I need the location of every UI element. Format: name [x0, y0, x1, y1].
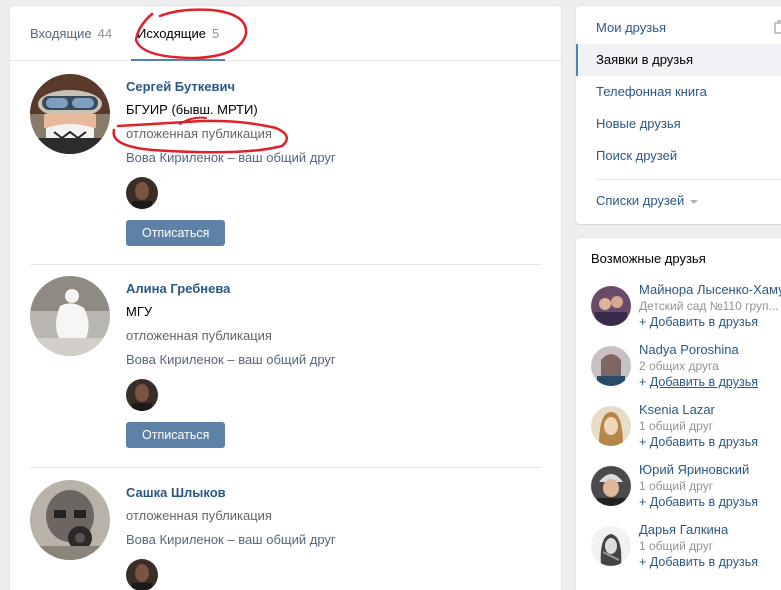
- add-friend-link[interactable]: + Добавить в друзья: [639, 374, 758, 390]
- avatar[interactable]: [30, 74, 110, 154]
- avatar[interactable]: [591, 406, 631, 446]
- avatar[interactable]: [591, 466, 631, 506]
- possible-friend-name[interactable]: Nadya Poroshina: [639, 342, 739, 358]
- request-item: Сашка Шлыков отложенная публикация Вова …: [30, 480, 541, 590]
- possible-friend-item: Ksenia Lazar 1 общий друг + Добавить в д…: [591, 402, 781, 454]
- request-education: БГУИР (бывш. МРТИ): [126, 102, 258, 117]
- plus-icon: +: [639, 375, 650, 389]
- menu-item-phonebook[interactable]: Телефонная книга: [576, 76, 781, 108]
- menu-item-label: Телефонная книга: [596, 84, 707, 99]
- request-name[interactable]: Сергей Буткевич: [126, 79, 526, 95]
- possible-friend-info: 1 общий друг: [639, 539, 714, 553]
- menu-item-search[interactable]: Поиск друзей: [576, 140, 781, 172]
- tab-outgoing[interactable]: Исходящие 5: [130, 26, 226, 61]
- plus-icon: +: [639, 435, 650, 449]
- menu-divider: [596, 179, 781, 180]
- possible-friend-item: Юрий Яриновский 1 общий друг + Добавить …: [591, 462, 781, 514]
- possible-friend-name[interactable]: Юрий Яриновский: [639, 462, 749, 478]
- requests-card: Входящие 44 Исходящие 5 Сергей Буткевич: [10, 6, 561, 590]
- divider: [30, 264, 541, 265]
- unsubscribe-button[interactable]: Отписаться: [126, 422, 226, 448]
- possible-friends-title: Возможные друзья: [591, 251, 706, 266]
- add-friend-label: Добавить в друзья: [649, 315, 758, 329]
- menu-item-label: Заявки в друзья: [596, 52, 694, 67]
- possible-friend-name[interactable]: Майнора Лысенко-Хамуд: [639, 282, 781, 298]
- unsubscribe-button[interactable]: Отписаться: [126, 220, 226, 246]
- add-friend-link[interactable]: + Добавить в друзья: [639, 554, 758, 570]
- add-friend-label: Добавить в друзья: [649, 375, 758, 389]
- menu-item-label: Мои друзья: [596, 20, 667, 35]
- possible-friend-item: Nadya Poroshina 2 общих друга + Добавить…: [591, 342, 781, 394]
- add-friend-link[interactable]: + Добавить в друзья: [639, 494, 758, 510]
- avatar[interactable]: [591, 346, 631, 386]
- possible-friend-info: 1 общий друг: [639, 419, 714, 433]
- add-list-icon[interactable]: [774, 20, 781, 34]
- menu-item-label: Поиск друзей: [596, 148, 678, 163]
- avatar[interactable]: [30, 276, 110, 356]
- request-item: Сергей Буткевич БГУИР (бывш. МРТИ) отлож…: [30, 74, 541, 259]
- plus-icon: +: [639, 315, 650, 329]
- plus-icon: +: [639, 555, 650, 569]
- possible-friend-name[interactable]: Дарья Галкина: [639, 522, 728, 538]
- add-friend-label: Добавить в друзья: [649, 495, 758, 509]
- tab-outgoing-count: 5: [211, 26, 220, 41]
- avatar[interactable]: [591, 526, 631, 566]
- menu-item-new-friends[interactable]: Новые друзья: [576, 108, 781, 140]
- request-item: Алина Гребнева МГУ отложенная публикация…: [30, 276, 541, 461]
- add-friend-link[interactable]: + Добавить в друзья: [639, 314, 758, 330]
- menu-item-label: Списки друзей: [596, 193, 685, 208]
- tab-incoming-label: Входящие: [30, 26, 92, 41]
- possible-friend-item: Майнора Лысенко-Хамуд Детский сад №110 г…: [591, 282, 781, 334]
- mutual-friend-text[interactable]: Вова Кириленок – ваш общий друг: [126, 531, 526, 549]
- possible-friend-item: Дарья Галкина 1 общий друг + Добавить в …: [591, 522, 781, 574]
- menu-item-requests[interactable]: Заявки в друзья: [576, 44, 781, 76]
- friends-menu: Мои друзья Заявки в друзья Телефонная кн…: [576, 6, 781, 224]
- add-friend-link[interactable]: + Добавить в друзья: [639, 434, 758, 450]
- add-friend-label: Добавить в друзья: [649, 435, 758, 449]
- plus-icon: +: [639, 495, 650, 509]
- caret-down-icon: [690, 199, 699, 204]
- add-friend-label: Добавить в друзья: [649, 555, 758, 569]
- avatar[interactable]: [30, 480, 110, 560]
- tab-outgoing-label: Исходящие: [137, 26, 206, 41]
- menu-item-label: Новые друзья: [596, 116, 681, 131]
- tab-incoming-count: 44: [97, 26, 113, 41]
- possible-friend-info: 2 общих друга: [639, 359, 719, 373]
- request-name[interactable]: Алина Гребнева: [126, 281, 526, 297]
- possible-friend-info: 1 общий друг: [639, 479, 714, 493]
- request-education: МГУ: [126, 304, 153, 319]
- mutual-friend-avatar[interactable]: [126, 559, 158, 590]
- menu-item-my-friends[interactable]: Мои друзья: [576, 12, 781, 44]
- tabs-bar: Входящие 44 Исходящие 5: [10, 6, 561, 61]
- mutual-friend-text[interactable]: Вова Кириленок – ваш общий друг: [126, 149, 526, 167]
- possible-friend-info: Детский сад №110 груп...: [639, 299, 779, 313]
- divider: [30, 467, 541, 468]
- possible-friends-card: Возможные друзья Майнора Лысенко-Хамуд Д…: [576, 238, 781, 590]
- avatar[interactable]: [591, 286, 631, 326]
- mutual-friend-avatar[interactable]: [126, 379, 158, 411]
- request-status: отложенная публикация: [126, 508, 272, 523]
- menu-item-friend-lists[interactable]: Списки друзей: [576, 185, 781, 217]
- tab-incoming[interactable]: Входящие 44: [30, 26, 112, 41]
- possible-friend-name[interactable]: Ksenia Lazar: [639, 402, 715, 418]
- request-status: отложенная публикация: [126, 126, 272, 141]
- request-status: отложенная публикация: [126, 328, 272, 343]
- mutual-friend-text[interactable]: Вова Кириленок – ваш общий друг: [126, 351, 526, 369]
- mutual-friend-avatar[interactable]: [126, 177, 158, 209]
- request-name[interactable]: Сашка Шлыков: [126, 485, 526, 501]
